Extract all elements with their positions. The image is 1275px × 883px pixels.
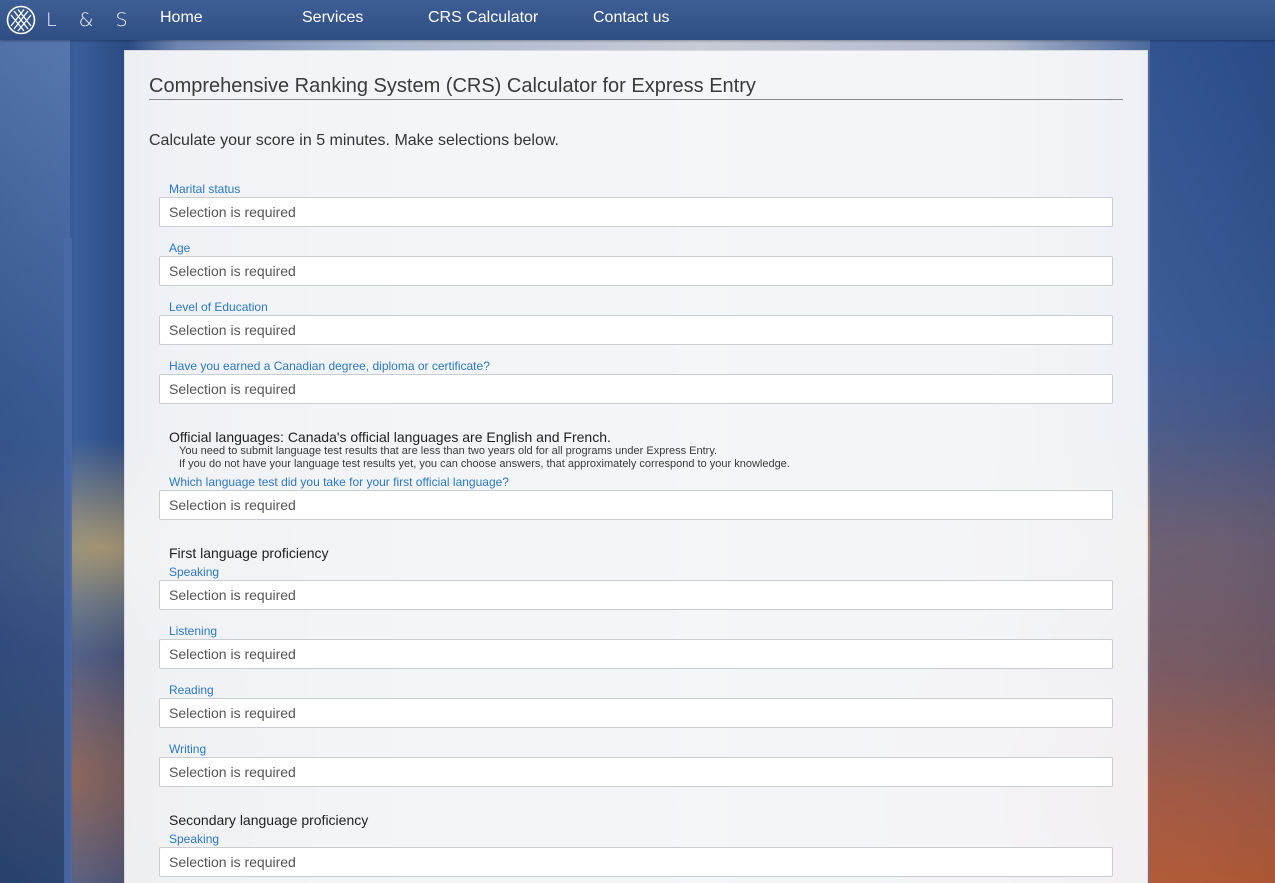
background-building-left xyxy=(0,40,70,883)
calculator-form-panel: Comprehensive Ranking System (CRS) Calcu… xyxy=(124,50,1148,883)
canadian-degree-label: Have you earned a Canadian degree, diplo… xyxy=(169,359,490,373)
first-listening-select[interactable]: Selection is required xyxy=(159,639,1113,669)
education-select[interactable]: Selection is required xyxy=(159,315,1113,345)
nav-contact-us[interactable]: Contact us xyxy=(593,9,669,27)
first-writing-select[interactable]: Selection is required xyxy=(159,757,1113,787)
lattice-logo-icon xyxy=(6,5,36,35)
second-speaking-label: Speaking xyxy=(169,832,220,846)
brand-logo-text: L & S xyxy=(46,9,136,31)
first-speaking-label: Speaking xyxy=(169,565,220,579)
background-building-right xyxy=(1150,40,1275,883)
first-reading-select[interactable]: Selection is required xyxy=(159,698,1113,728)
top-navigation-bar: L & S Home Services CRS Calculator Conta… xyxy=(0,0,1275,40)
first-listening-label: Listening xyxy=(169,624,218,638)
secondary-language-heading: Secondary language proficiency xyxy=(169,812,369,828)
first-reading-label: Reading xyxy=(169,683,214,697)
nav-crs-calculator[interactable]: CRS Calculator xyxy=(428,9,538,27)
brand-logo[interactable]: L & S xyxy=(6,5,136,35)
canadian-degree-select[interactable]: Selection is required xyxy=(159,374,1113,404)
official-languages-note-2: If you do not have your language test re… xyxy=(179,458,790,470)
nav-home[interactable]: Home xyxy=(160,9,203,27)
page-title: Comprehensive Ranking System (CRS) Calcu… xyxy=(149,75,1123,100)
age-label: Age xyxy=(169,241,191,255)
nav-services[interactable]: Services xyxy=(302,9,363,27)
first-speaking-select[interactable]: Selection is required xyxy=(159,580,1113,610)
marital-status-label: Marital status xyxy=(169,182,241,196)
official-languages-heading: Official languages: Canada's official la… xyxy=(169,429,611,445)
education-label: Level of Education xyxy=(169,300,268,314)
first-language-heading: First language proficiency xyxy=(169,545,329,561)
age-select[interactable]: Selection is required xyxy=(159,256,1113,286)
language-test-label: Which language test did you take for you… xyxy=(169,475,509,489)
first-writing-label: Writing xyxy=(169,742,207,756)
second-speaking-select[interactable]: Selection is required xyxy=(159,847,1113,877)
marital-status-select[interactable]: Selection is required xyxy=(159,197,1113,227)
official-languages-note-1: You need to submit language test results… xyxy=(179,445,718,457)
language-test-select[interactable]: Selection is required xyxy=(159,490,1113,520)
background-tower-left xyxy=(64,238,72,883)
intro-text: Calculate your score in 5 minutes. Make … xyxy=(149,132,559,149)
